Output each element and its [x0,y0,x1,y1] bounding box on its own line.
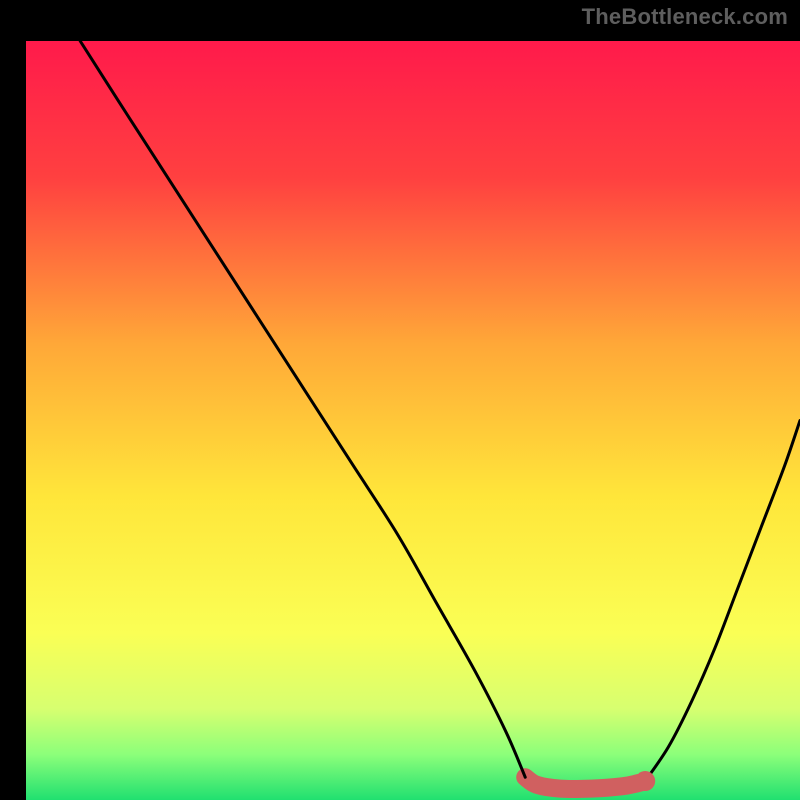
marker-dot [635,771,655,791]
watermark-label: TheBottleneck.com [582,4,788,30]
chart-frame [13,13,787,787]
chart-plot-area [26,41,800,800]
gradient-bg [26,41,800,800]
chart-svg [26,41,800,800]
